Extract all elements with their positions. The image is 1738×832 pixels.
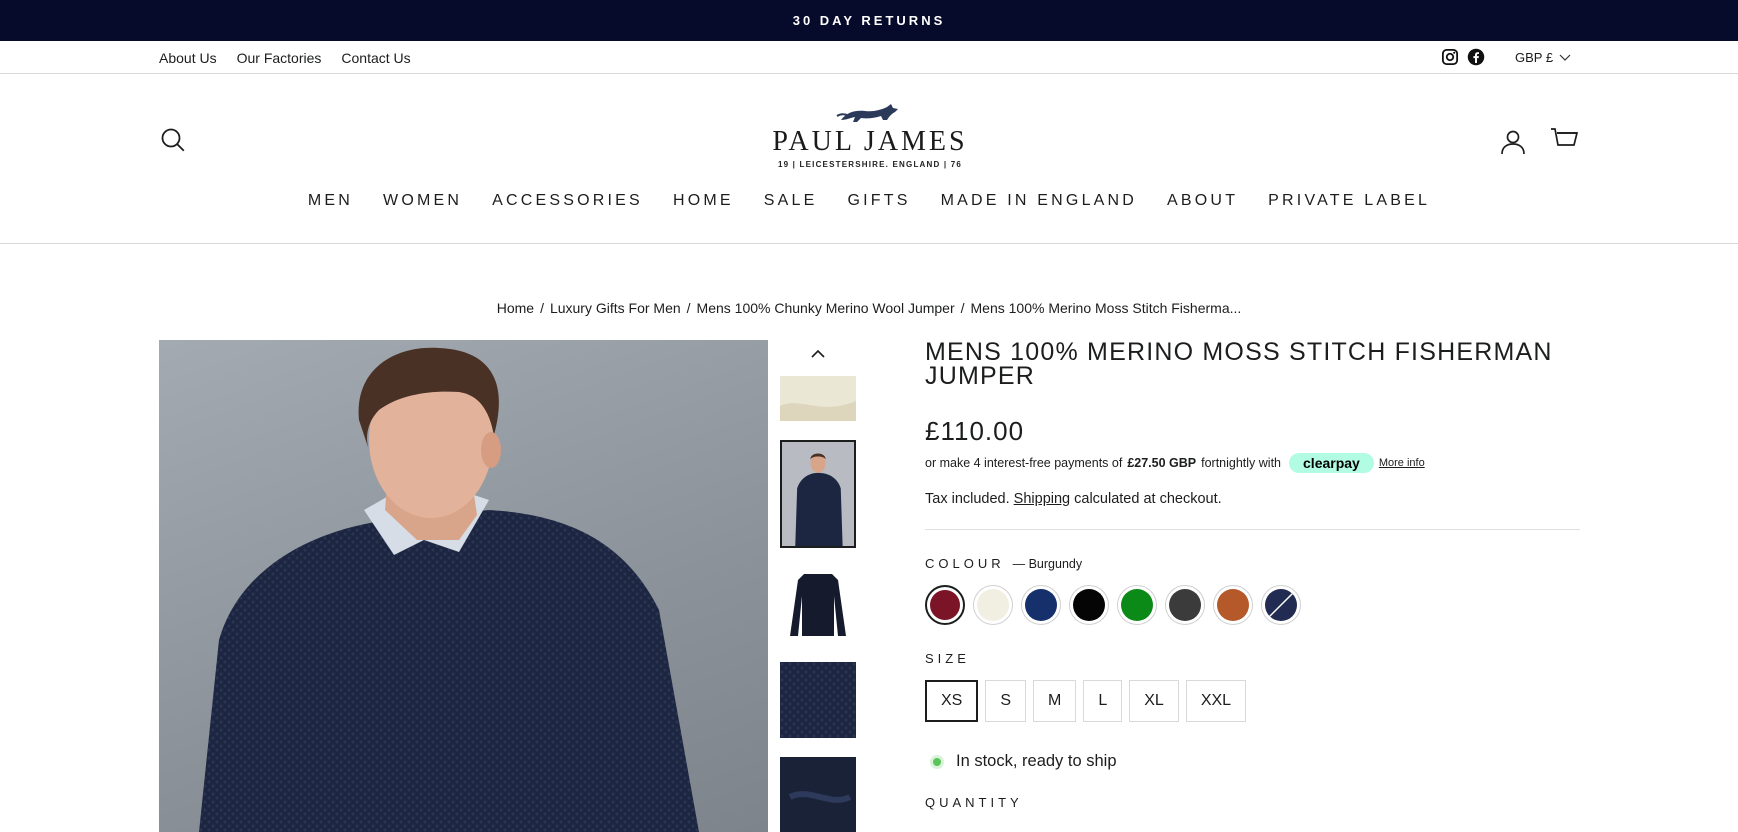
nav-item-men[interactable]: MEN [308,192,353,210]
utility-link-about-us[interactable]: About Us [159,50,217,66]
size-label-row: SIZE [925,651,1580,666]
currency-label: GBP £ [1515,50,1554,65]
swatch-fill [1073,589,1105,621]
instagram-icon[interactable] [1441,48,1459,66]
navy-jumper-flat-image [780,566,856,642]
size-option-xl[interactable]: XL [1129,680,1179,722]
clearpay-amount: £27.50 GBP [1127,456,1197,470]
colour-swatch-cream[interactable] [973,585,1013,625]
nav-item-gifts[interactable]: GIFTS [847,192,910,210]
clearpay-more-info-link[interactable]: More info [1379,457,1425,469]
size-label: SIZE [925,651,970,666]
thumbnails-up-arrow-icon[interactable] [808,347,828,361]
nav-item-private-label[interactable]: PRIVATE LABEL [1268,192,1430,210]
size-options: XS S M L XL XXL [925,680,1580,722]
cuff-detail-image [780,757,856,832]
currency-selector[interactable]: GBP £ [1515,41,1571,74]
utility-bar: About Us Our Factories Contact Us GBP £ [0,41,1738,74]
model-navy-jumper-image [782,442,854,546]
breadcrumb-current: Mens 100% Merino Moss Stitch Fisherma... [970,300,1242,316]
announcement-text: 30 DAY RETURNS [792,13,946,28]
fox-logo-icon [836,104,898,122]
product-thumbnail[interactable] [780,376,856,421]
size-option-s[interactable]: S [985,680,1027,722]
nav-item-women[interactable]: WOMEN [383,192,462,210]
tax-suffix: calculated at checkout. [1074,491,1222,507]
product-thumbnail-selected[interactable] [780,440,856,548]
shipping-link[interactable]: Shipping [1014,491,1070,507]
site-header: PAUL JAMES 19 | LEICESTERSHIRE. ENGLAND … [0,74,1738,244]
clearpay-logo: clearpay [1289,453,1374,473]
breadcrumb-chunky-jumper[interactable]: Mens 100% Chunky Merino Wool Jumper [697,300,955,316]
breadcrumb-luxury-gifts[interactable]: Luxury Gifts For Men [550,300,681,316]
social-links [1441,48,1485,66]
colour-swatch-charcoal[interactable] [1165,585,1205,625]
stock-status: In stock, ready to ship [925,752,1580,771]
model-wearing-jumper-image [199,347,699,832]
product-thumbnail[interactable] [780,566,856,642]
nav-item-made-in-england[interactable]: MADE IN ENGLAND [941,192,1137,210]
logo-wordmark: PAUL JAMES [772,126,968,157]
product-price: £110.00 [925,416,1025,446]
cart-icon[interactable] [1549,126,1579,154]
sold-out-slash-icon [1268,592,1294,618]
clearpay-message: or make 4 interest-free payments of £27.… [925,453,1580,473]
cream-jumper-detail-image [780,376,856,421]
product-title: Mens 100% Merino Moss Stitch Fisherman J… [925,338,1553,390]
colour-swatch-rust[interactable] [1213,585,1253,625]
swatch-fill [1025,589,1057,621]
colour-swatch-green[interactable] [1117,585,1157,625]
swatch-fill [977,589,1009,621]
main-navigation: MEN WOMEN ACCESSORIES HOME SALE GIFTS MA… [0,192,1738,210]
nav-item-home[interactable]: HOME [673,192,734,210]
nav-item-accessories[interactable]: ACCESSORIES [492,192,643,210]
colour-label-row: COLOUR — Burgundy [925,556,1580,571]
logo-tagline: 19 | LEICESTERSHIRE. ENGLAND | 76 [777,160,963,169]
size-option-xs[interactable]: XS [925,680,979,722]
in-stock-dot-icon [930,754,944,769]
chevron-down-icon [1559,54,1571,61]
colour-swatch-navy[interactable] [1021,585,1061,625]
tax-note: Tax included. Shipping calculated at che… [925,491,1580,507]
search-icon[interactable] [159,126,187,154]
swatch-fill [1121,589,1153,621]
announcement-bar: 30 DAY RETURNS [0,0,1738,41]
swatch-fill [1169,589,1201,621]
utility-link-our-factories[interactable]: Our Factories [237,50,322,66]
facebook-icon[interactable] [1467,48,1485,66]
colour-swatch-burgundy[interactable] [925,585,965,625]
utility-links: About Us Our Factories Contact Us [159,41,411,74]
product-thumbnail[interactable] [780,757,856,832]
swatch-fill [1265,589,1297,621]
colour-swatch-black[interactable] [1069,585,1109,625]
nav-item-about[interactable]: ABOUT [1167,192,1238,210]
utility-link-contact-us[interactable]: Contact Us [341,50,410,66]
knit-texture-image [780,662,856,738]
swatch-fill [930,590,960,620]
clearpay-prefix: or make 4 interest-free payments of [925,456,1123,470]
colour-label: COLOUR [925,556,1005,571]
product-thumbnail[interactable] [780,662,856,738]
colour-selected-value: — Burgundy [1012,556,1083,571]
stock-text: In stock, ready to ship [956,752,1117,770]
quantity-label: QUANTITY [925,795,1023,810]
product-main-image[interactable] [159,340,768,832]
swatch-fill [1217,589,1249,621]
size-option-xxl[interactable]: XXL [1185,680,1247,722]
breadcrumb-home[interactable]: Home [497,300,534,316]
nav-item-sale[interactable]: SALE [764,192,818,210]
colour-swatches [925,585,1580,625]
breadcrumb: Home / Luxury Gifts For Men / Mens 100% Chun… [496,300,1242,316]
product-details: Mens 100% Merino Moss Stitch Fisherman J… [925,340,1580,810]
clearpay-suffix: fortnightly with [1201,456,1282,470]
size-option-m[interactable]: M [1033,680,1077,722]
colour-swatch-sold-out[interactable] [1261,585,1301,625]
tax-prefix: Tax included. [925,491,1010,507]
site-logo[interactable]: PAUL JAMES 19 | LEICESTERSHIRE. ENGLAND … [760,98,980,169]
divider [925,529,1580,530]
account-icon[interactable] [1499,128,1527,156]
size-option-l[interactable]: L [1083,680,1123,722]
